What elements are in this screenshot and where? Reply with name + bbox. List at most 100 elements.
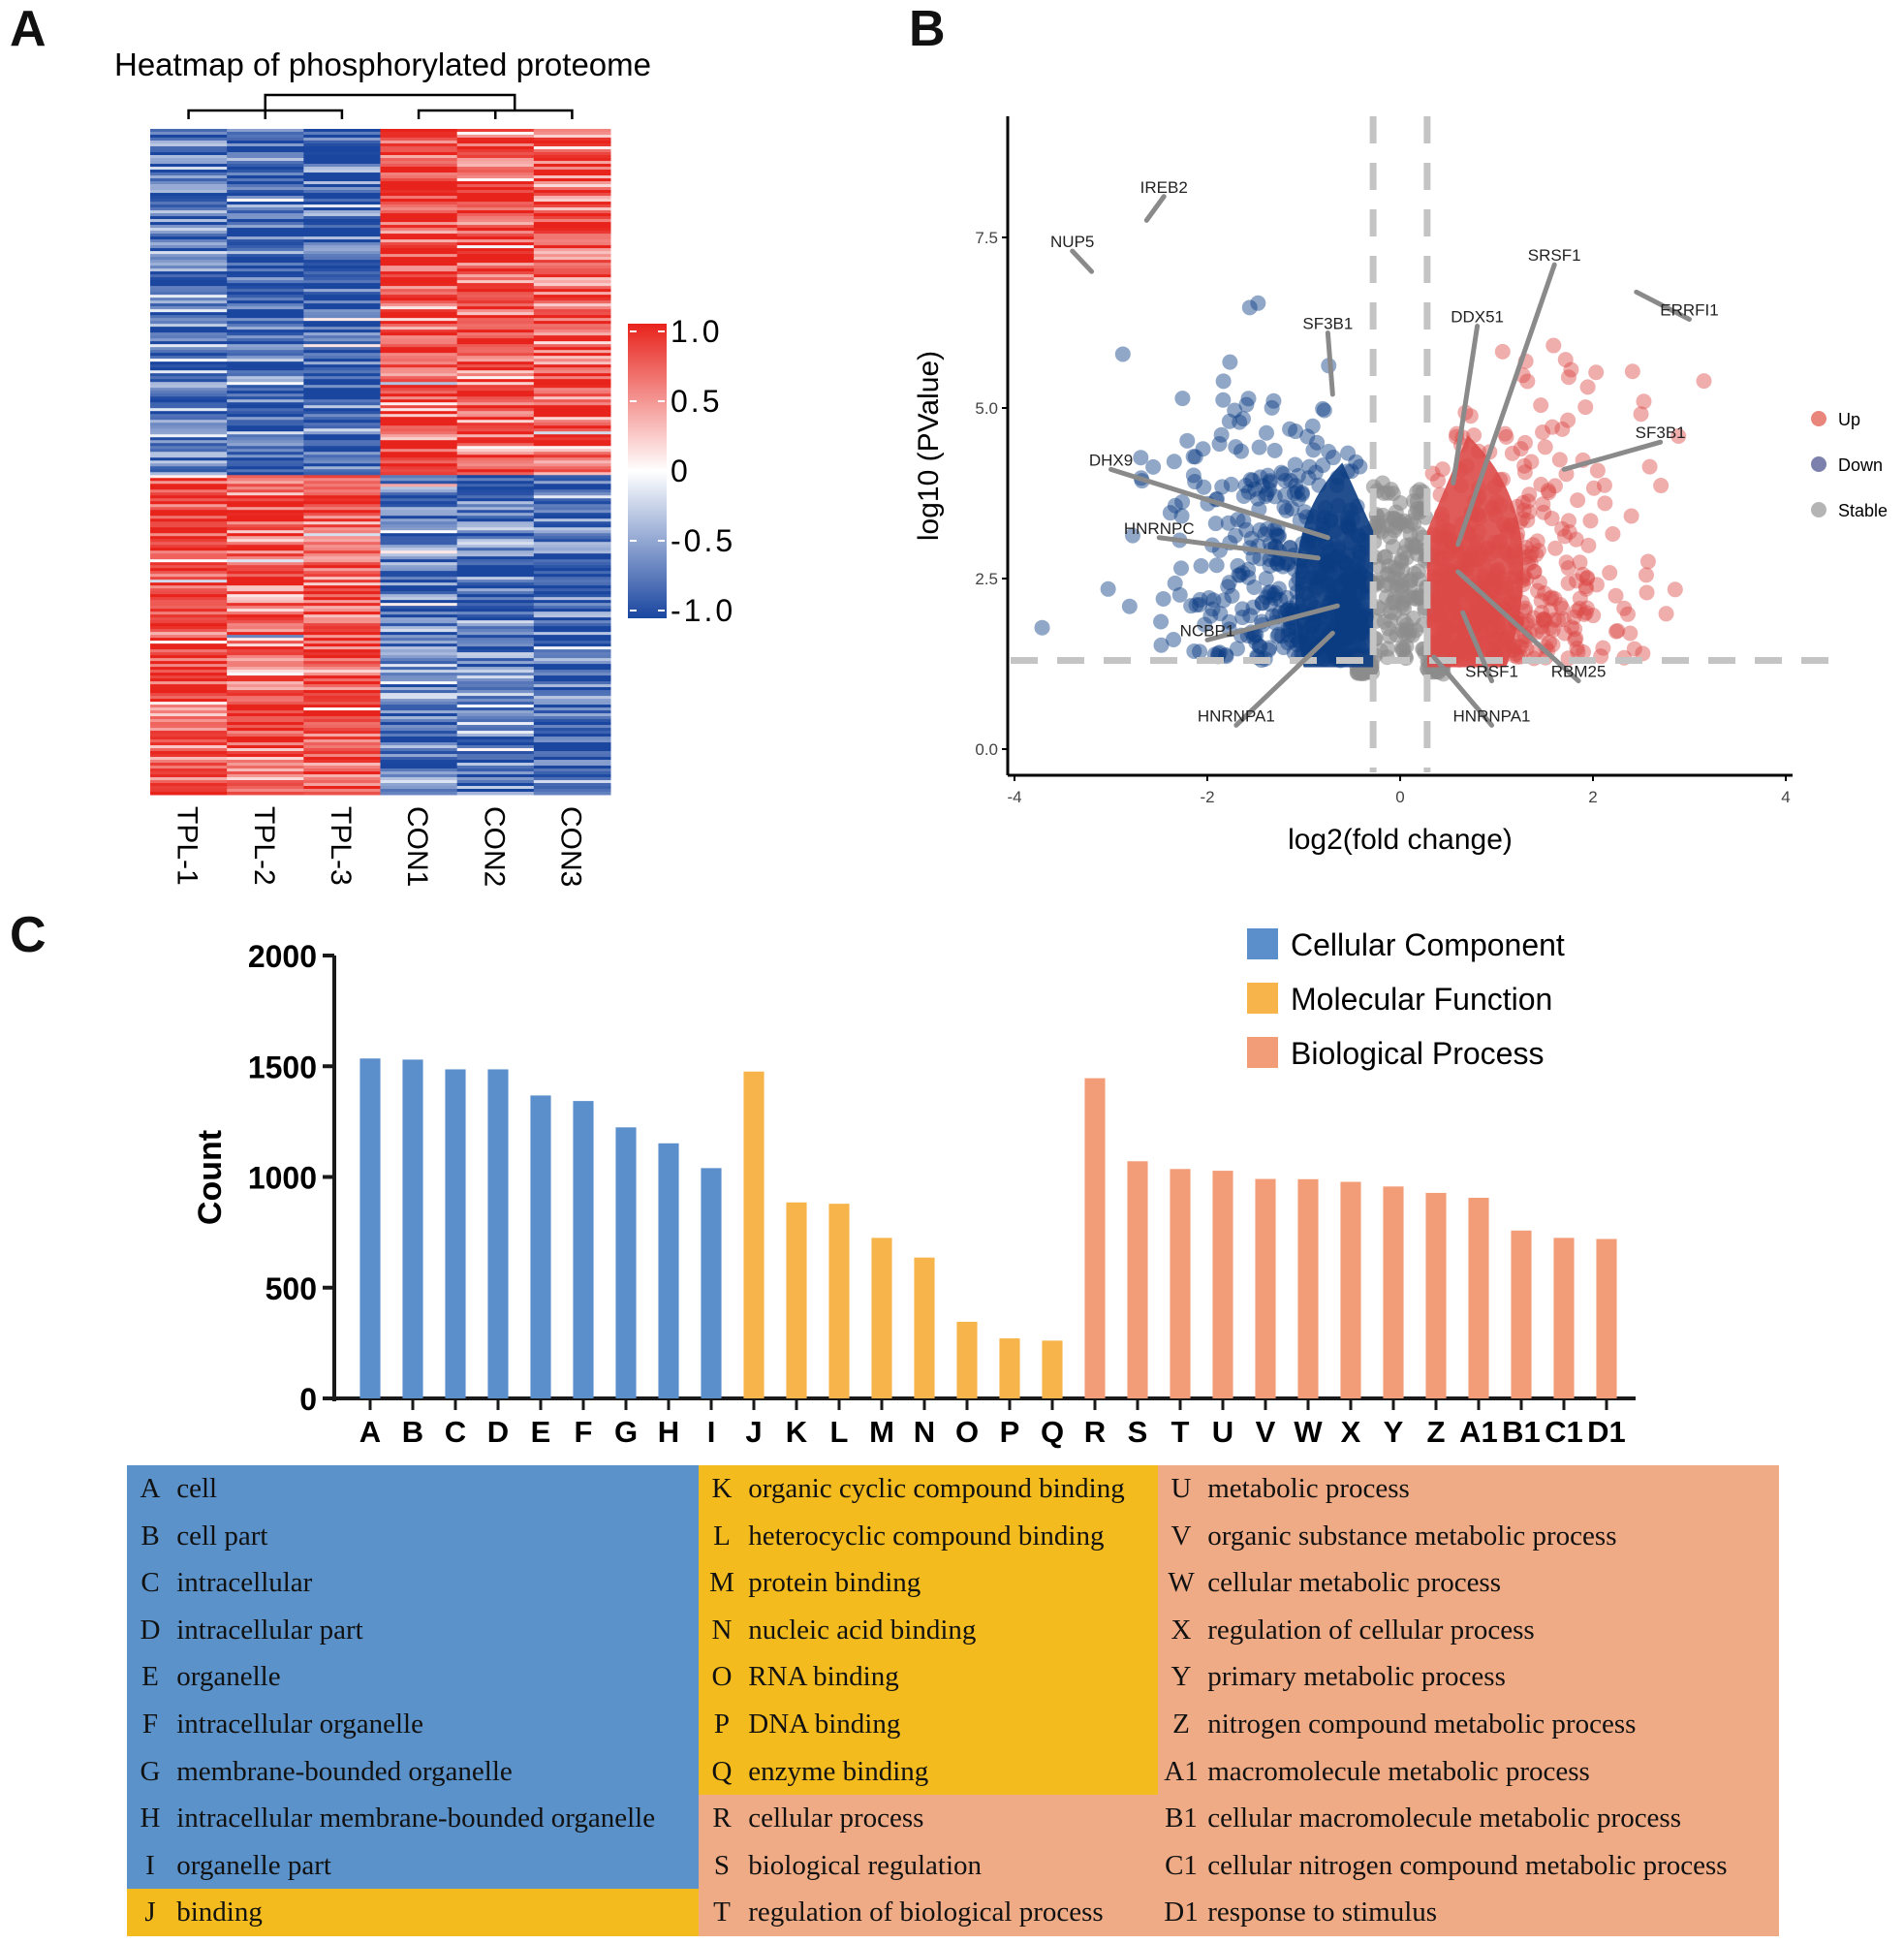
heatmap-cell [227, 786, 304, 790]
heatmap-cell [533, 710, 611, 714]
heatmap-cell [227, 472, 304, 476]
heatmap-cell [533, 489, 611, 493]
heatmap-cell [227, 292, 304, 296]
heatmap-cell [227, 780, 304, 784]
bar-x-tick-label: X [1341, 1415, 1361, 1449]
heatmap-cell [303, 385, 381, 389]
go-table-row: H intracellular membrane-bounded organel… [131, 1795, 656, 1842]
heatmap-cell [150, 725, 228, 729]
heatmap-cell [150, 452, 228, 455]
heatmap-cell [533, 457, 611, 461]
heatmap-cell [227, 501, 304, 505]
heatmap-cell [456, 341, 535, 345]
heatmap-cell [303, 303, 381, 307]
heatmap-cell [380, 385, 458, 389]
heatmap-cell [227, 489, 304, 493]
heatmap-cell [456, 745, 535, 749]
heatmap-cell [227, 565, 304, 569]
heatmap-cell [533, 475, 611, 479]
heatmap-cell [380, 219, 458, 223]
heatmap-cell [380, 722, 458, 726]
heatmap-cell [227, 306, 304, 310]
heatmap-cell [303, 536, 381, 540]
heatmap-cell [380, 393, 458, 397]
heatmap-cell [533, 199, 611, 203]
go-term-code: I [145, 1849, 155, 1881]
heatmap-cell [456, 152, 535, 156]
heatmap-cell [456, 530, 535, 534]
heatmap-cell [380, 350, 458, 354]
heatmap-cell [533, 742, 611, 746]
heatmap-cell [303, 626, 381, 630]
heatmap-cell [150, 545, 228, 549]
heatmap-cell [380, 376, 458, 380]
heatmap-cell [303, 600, 381, 604]
heatmap-cell [303, 222, 381, 226]
heatmap-cell [227, 225, 304, 229]
heatmap-cell [380, 295, 458, 298]
heatmap-cell [303, 507, 381, 511]
heatmap-cell [533, 638, 611, 642]
heatmap-cell [303, 364, 381, 368]
heatmap-cell [456, 295, 535, 298]
heatmap-cell [227, 271, 304, 275]
heatmap-cell [533, 472, 611, 476]
volcano-point-down [1215, 392, 1232, 408]
heatmap-cell [150, 606, 228, 610]
heatmap-cell [303, 266, 381, 269]
heatmap-cell [303, 202, 381, 205]
heatmap-cell [150, 603, 228, 607]
heatmap-cell [380, 742, 458, 746]
heatmap-cell [150, 713, 228, 717]
heatmap-cell [150, 673, 228, 676]
volcano-point-down [1187, 474, 1203, 490]
heatmap-cell [303, 670, 381, 674]
heatmap-cell [227, 553, 304, 557]
heatmap-cell [303, 143, 381, 147]
heatmap-cell [150, 641, 228, 644]
go-table-row: C intracellular [131, 1559, 312, 1607]
heatmap-cell [227, 716, 304, 720]
heatmap-cell [533, 582, 611, 586]
heatmap-cell [150, 702, 228, 705]
bar-x-tick-label: E [531, 1415, 551, 1449]
colorbar-tick-label: -0.5 [671, 523, 735, 558]
heatmap-cell [150, 231, 228, 235]
heatmap-cell [456, 300, 535, 304]
heatmap-cell [380, 213, 458, 217]
heatmap-cell [533, 463, 611, 467]
heatmap-cell [380, 713, 458, 717]
heatmap-cell [227, 789, 304, 793]
heatmap-cell [456, 542, 535, 546]
heatmap-cell [150, 626, 228, 630]
heatmap-cell [227, 286, 304, 290]
heatmap-cell [456, 641, 535, 644]
go-table-row: A cell [131, 1465, 218, 1513]
heatmap-cell [150, 577, 228, 580]
volcano-point-down [1307, 464, 1324, 481]
heatmap-cell [380, 780, 458, 784]
heatmap-cell [303, 420, 381, 423]
volcano-point-up [1638, 567, 1654, 583]
heatmap-cell [533, 361, 611, 365]
heatmap-cell [303, 219, 381, 223]
heatmap-cell [150, 155, 228, 159]
heatmap-cell [150, 748, 228, 752]
heatmap-cell [227, 408, 304, 412]
heatmap-cell [533, 754, 611, 758]
heatmap-cell [533, 210, 611, 214]
heatmap-cell [227, 504, 304, 508]
heatmap-cell [227, 629, 304, 633]
heatmap-cell [380, 411, 458, 415]
heatmap-cell [150, 504, 228, 508]
heatmap-cell [533, 236, 611, 240]
volcano-point-up [1558, 554, 1575, 571]
heatmap-cell [227, 298, 304, 301]
heatmap-cell [456, 690, 535, 694]
heatmap-cell [303, 298, 381, 301]
heatmap-cell [150, 329, 228, 333]
heatmap-cell [303, 405, 381, 409]
bar-y-tick-label: 2000 [248, 939, 317, 974]
heatmap-cell [380, 527, 458, 531]
heatmap-cell [380, 318, 458, 322]
